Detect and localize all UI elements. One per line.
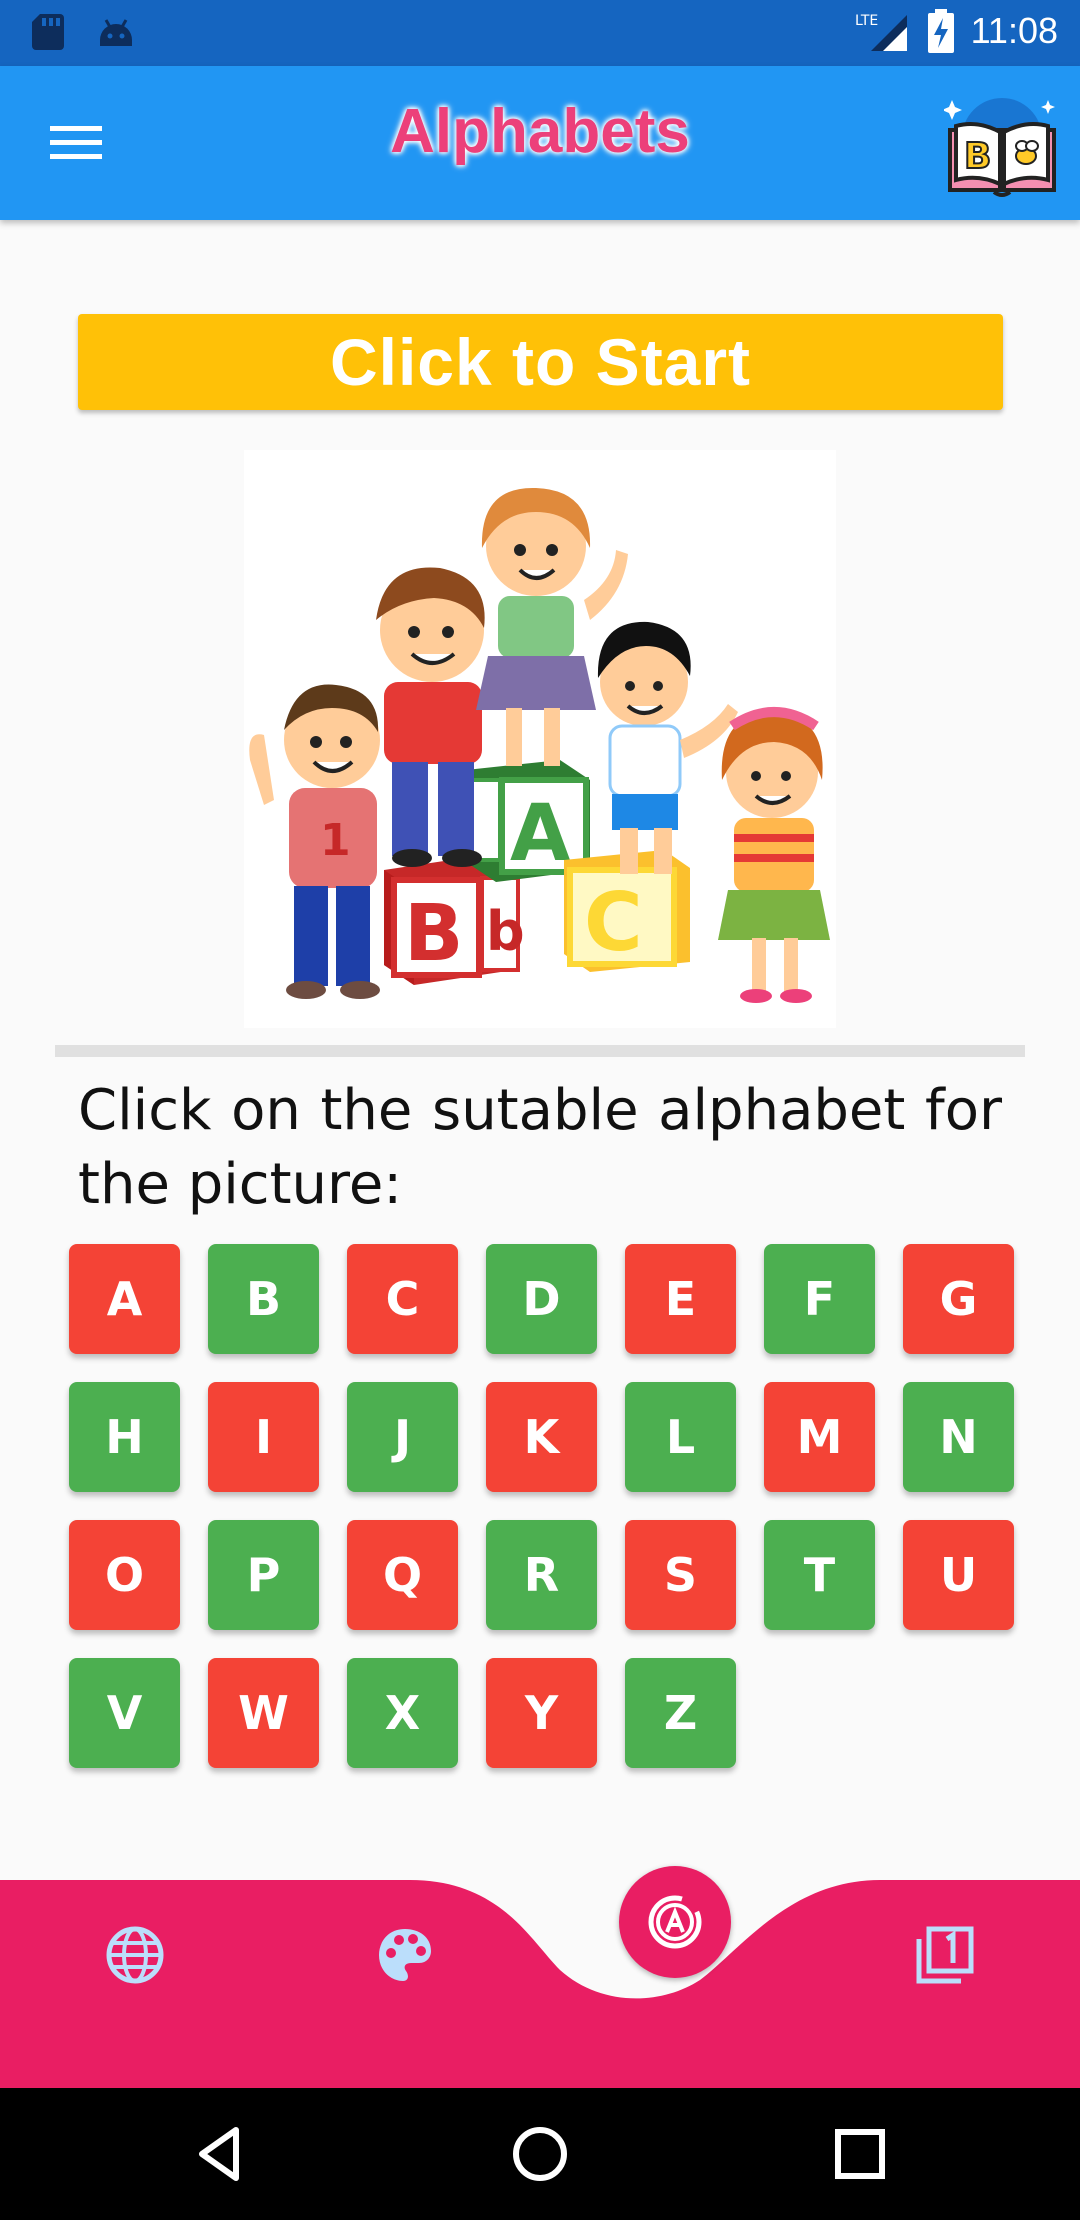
alphabet-grid: ABCDEFG HIJKLMN OPQRSTU VWXYZ <box>69 1244 1014 1768</box>
letter-button-f[interactable]: F <box>764 1244 875 1354</box>
letter-button-s[interactable]: S <box>625 1520 736 1630</box>
letter-button-c[interactable]: C <box>347 1244 458 1354</box>
letter-button-y[interactable]: Y <box>486 1658 597 1768</box>
girl-top <box>476 487 628 766</box>
letter-button-b[interactable]: B <box>208 1244 319 1354</box>
boy-black-hair <box>597 621 738 874</box>
boy-left: 1 <box>249 684 380 999</box>
letter-button-v[interactable]: V <box>69 1658 180 1768</box>
signal-icon: LTE <box>855 13 907 51</box>
status-bar: LTE 11:08 <box>0 0 1080 66</box>
svg-text:1: 1 <box>320 815 351 866</box>
nav-palette[interactable] <box>368 1918 442 1992</box>
instruction-text: Click on the sutable alphabet for the pi… <box>78 1078 1002 1217</box>
book-logo-icon: B <box>944 98 1056 197</box>
letter-button-d[interactable]: D <box>486 1244 597 1354</box>
letter-button-p[interactable]: P <box>208 1520 319 1630</box>
battery-charging-icon <box>927 9 954 53</box>
girl-right <box>718 707 830 1003</box>
svg-text:B: B <box>964 136 991 177</box>
home-icon[interactable] <box>508 2122 572 2186</box>
letter-button-g[interactable]: G <box>903 1244 1014 1354</box>
recents-icon[interactable] <box>828 2122 892 2186</box>
svg-text:C: C <box>584 876 643 969</box>
nav-alphabet-fab[interactable] <box>619 1866 731 1978</box>
letter-button-l[interactable]: L <box>625 1382 736 1492</box>
letter-button-o[interactable]: O <box>69 1520 180 1630</box>
svg-text:b: b <box>486 900 525 963</box>
app-bar: Alphabets B <box>0 66 1080 220</box>
letter-button-u[interactable]: U <box>903 1520 1014 1630</box>
globe-icon <box>106 1926 164 1984</box>
stack-one-icon <box>916 1926 974 1984</box>
letter-button-z[interactable]: Z <box>625 1658 736 1768</box>
svg-text:B: B <box>404 889 463 979</box>
nav-globe[interactable] <box>98 1918 172 1992</box>
status-right-icons: LTE 11:08 <box>853 8 1058 54</box>
divider <box>55 1045 1025 1057</box>
android-icon <box>100 19 132 46</box>
letter-button-a[interactable]: A <box>69 1244 180 1354</box>
letter-button-k[interactable]: K <box>486 1382 597 1492</box>
letter-button-e[interactable]: E <box>625 1244 736 1354</box>
letter-button-h[interactable]: H <box>69 1382 180 1492</box>
status-left-icons <box>30 12 136 52</box>
children-with-abc-blocks-illustration: B b A C 1 <box>249 487 830 1003</box>
letter-button-q[interactable]: Q <box>347 1520 458 1630</box>
sd-card-icon <box>32 14 64 50</box>
status-time: 11:08 <box>970 10 1058 51</box>
letter-button-x[interactable]: X <box>347 1658 458 1768</box>
start-button[interactable]: Click to Start <box>78 314 1003 410</box>
back-icon[interactable] <box>190 2122 254 2186</box>
boy-red-shirt <box>376 567 485 867</box>
palette-icon <box>379 1929 431 1981</box>
letter-button-n[interactable]: N <box>903 1382 1014 1492</box>
lesson-picture: B b A C 1 <box>244 450 836 1028</box>
letter-button-j[interactable]: J <box>347 1382 458 1492</box>
bottom-navigation <box>0 1880 1080 2088</box>
system-navigation-bar <box>0 2088 1080 2220</box>
svg-text:A: A <box>510 789 570 879</box>
letter-button-w[interactable]: W <box>208 1658 319 1768</box>
svg-text:LTE: LTE <box>855 13 878 29</box>
letter-button-m[interactable]: M <box>764 1382 875 1492</box>
alphabet-a-icon <box>648 1895 702 1949</box>
app-title: Alphabets <box>390 97 690 166</box>
letter-button-i[interactable]: I <box>208 1382 319 1492</box>
letter-button-r[interactable]: R <box>486 1520 597 1630</box>
letter-button-t[interactable]: T <box>764 1520 875 1630</box>
nav-gallery[interactable] <box>908 1918 982 1992</box>
